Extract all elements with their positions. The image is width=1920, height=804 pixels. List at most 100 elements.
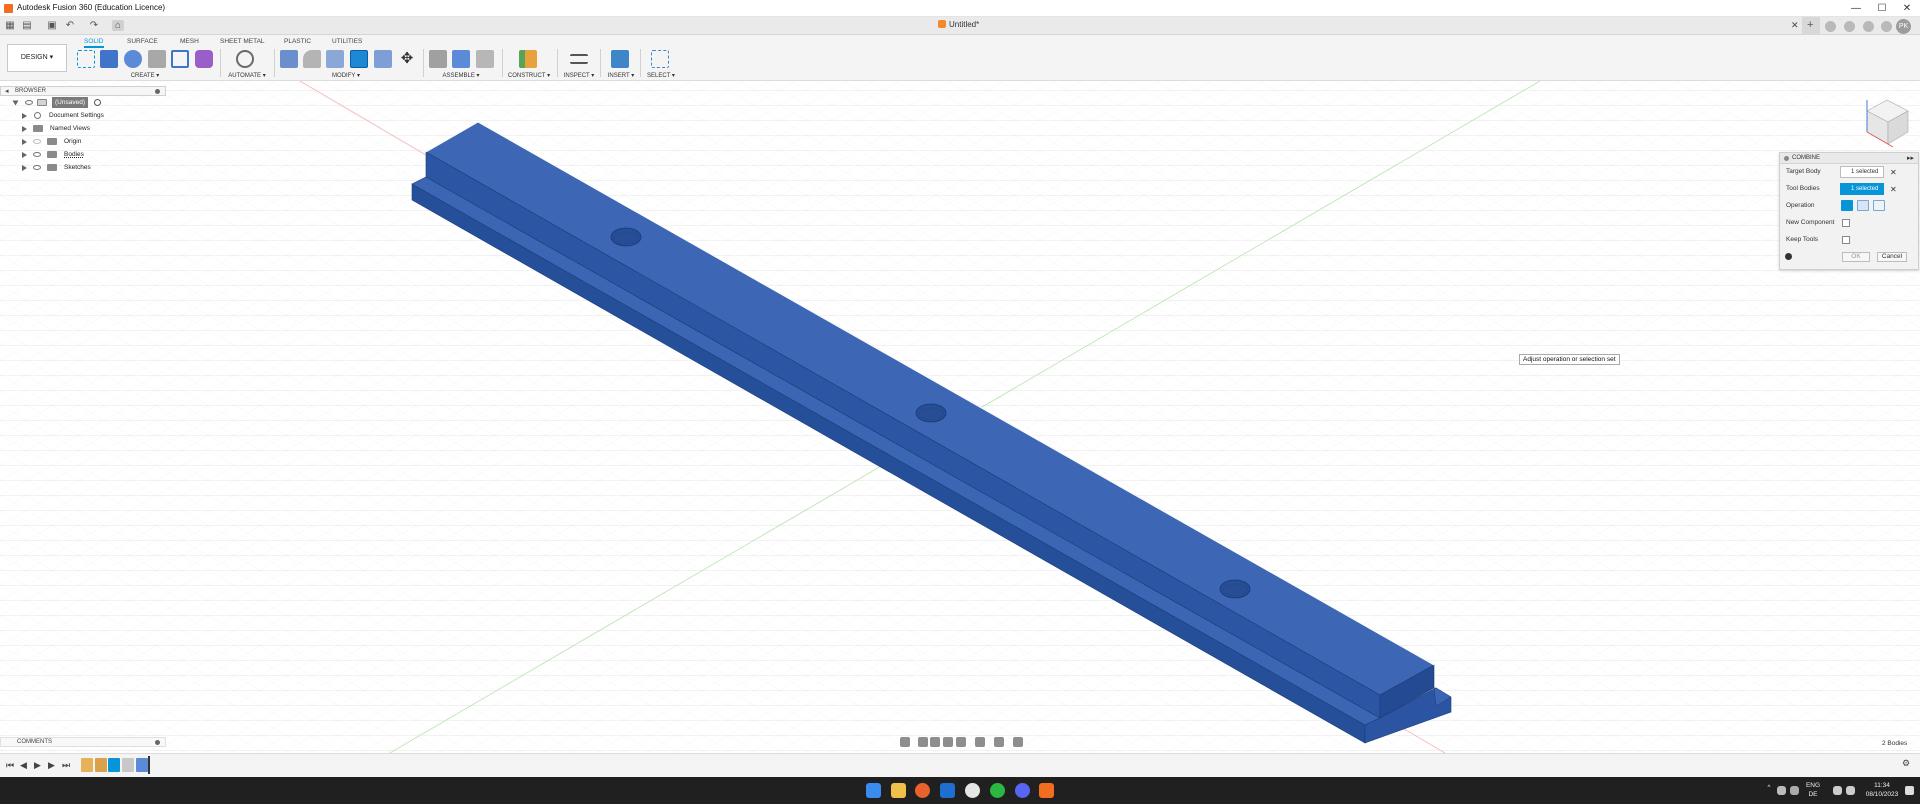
tab-mesh[interactable]: MESH <box>180 38 199 45</box>
measure-icon[interactable] <box>570 54 588 64</box>
browser-root-row[interactable]: (Unsaved) <box>0 96 166 109</box>
tray-chevron-icon[interactable]: ^ <box>1764 783 1774 792</box>
visibility-eye-icon[interactable] <box>33 152 41 157</box>
next-step-icon[interactable]: ▶ <box>48 760 55 771</box>
discord-icon[interactable] <box>1015 783 1030 798</box>
insert-menu[interactable]: INSERT ▾ <box>603 72 639 79</box>
workspace-switcher-button[interactable]: DESIGN ▾ <box>7 44 67 72</box>
input-language[interactable]: ENG DE <box>1803 781 1823 799</box>
clear-tools-icon[interactable]: ✕ <box>1890 185 1897 194</box>
outlook-icon[interactable] <box>940 783 955 798</box>
extrude-icon[interactable] <box>100 50 118 68</box>
move-copy-icon[interactable]: ✥ <box>398 50 416 68</box>
new-component-checkbox[interactable] <box>1842 219 1850 227</box>
create-sketch-icon[interactable] <box>77 50 95 68</box>
close-window-button[interactable]: ✕ <box>1893 2 1920 15</box>
browser-item-bodies[interactable]: Bodies <box>0 148 166 161</box>
assemble-menu[interactable]: ASSEMBLE ▾ <box>436 72 486 79</box>
timeline-sketch-feature[interactable] <box>81 758 93 772</box>
job-status-icon[interactable] <box>1844 21 1855 32</box>
tab-sheet-metal[interactable]: SHEET METAL <box>220 38 265 45</box>
offset-plane-icon[interactable] <box>519 50 537 68</box>
ok-button[interactable]: OK <box>1842 252 1870 262</box>
look-at-icon[interactable] <box>918 737 928 747</box>
construct-menu[interactable]: CONSTRUCT ▾ <box>505 72 553 79</box>
select-icon[interactable] <box>651 50 669 68</box>
minimize-button[interactable]: — <box>1842 2 1870 15</box>
document-tab[interactable]: Untitled* <box>938 20 979 29</box>
add-comment-icon[interactable] <box>155 740 160 745</box>
expand-icon[interactable] <box>22 165 27 171</box>
join-operation-icon[interactable] <box>1841 200 1853 211</box>
tab-surface[interactable]: SURFACE <box>127 38 158 45</box>
file-explorer-icon[interactable] <box>891 783 906 798</box>
visibility-eye-icon[interactable] <box>25 100 33 105</box>
last-step-icon[interactable]: ⏭ <box>62 760 70 771</box>
expand-icon[interactable] <box>12 100 19 106</box>
collapse-panel-icon[interactable]: ◂ <box>5 87 9 96</box>
help-icon[interactable] <box>1881 21 1892 32</box>
automate-menu[interactable]: AUTOMATE ▾ <box>224 72 270 79</box>
file-menu-icon[interactable]: ▤ <box>21 20 33 31</box>
tray-app-icon[interactable] <box>1777 786 1786 795</box>
pan-icon[interactable] <box>930 737 940 747</box>
split-body-icon[interactable] <box>374 50 392 68</box>
timeline-feature[interactable] <box>122 758 134 772</box>
cut-operation-icon[interactable] <box>1857 200 1869 211</box>
modify-menu[interactable]: MODIFY ▾ <box>323 72 369 79</box>
browser-item-origin[interactable]: Origin <box>0 135 166 148</box>
combine-icon[interactable] <box>350 50 368 68</box>
app-icon[interactable] <box>965 783 980 798</box>
automate-icon[interactable] <box>236 50 254 68</box>
display-settings-icon[interactable] <box>975 737 985 747</box>
new-component-icon[interactable] <box>429 50 447 68</box>
expand-dialog-icon[interactable]: ▸▸ <box>1907 153 1914 164</box>
intersect-operation-icon[interactable] <box>1873 200 1885 211</box>
play-icon[interactable]: ▶ <box>34 760 41 771</box>
zoom-icon[interactable] <box>943 737 953 747</box>
cancel-button[interactable]: Cancel <box>1877 252 1907 262</box>
expand-icon[interactable] <box>22 152 27 158</box>
save-icon[interactable]: ▣ <box>46 20 58 31</box>
wifi-icon[interactable] <box>1833 786 1842 795</box>
keep-tools-checkbox[interactable] <box>1842 236 1850 244</box>
start-icon[interactable] <box>866 783 881 798</box>
insert-image-icon[interactable] <box>611 50 629 68</box>
visibility-eye-icon[interactable] <box>33 139 41 144</box>
tray-network-icon[interactable] <box>1790 786 1799 795</box>
combine-dialog-header[interactable]: COMBINE ▸▸ <box>1780 153 1918 164</box>
maximize-button[interactable]: ☐ <box>1868 2 1896 15</box>
undo-icon[interactable]: ↶ <box>64 20 76 31</box>
browser-item-sketches[interactable]: Sketches <box>0 161 166 174</box>
notifications-icon[interactable] <box>1863 21 1874 32</box>
shell-icon[interactable] <box>326 50 344 68</box>
browser-header[interactable]: ◂ BROWSER <box>0 86 166 96</box>
whatsapp-icon[interactable] <box>990 783 1005 798</box>
tab-plastic[interactable]: PLASTIC <box>284 38 311 45</box>
new-tab-button[interactable]: + <box>1802 17 1820 35</box>
pattern-icon[interactable] <box>171 50 189 68</box>
fillet-icon[interactable] <box>303 50 321 68</box>
timeline-extrude-feature[interactable] <box>108 758 120 772</box>
notification-center-icon[interactable] <box>1905 786 1914 795</box>
volume-icon[interactable] <box>1846 786 1855 795</box>
previous-step-icon[interactable]: ◀ <box>20 760 27 771</box>
first-step-icon[interactable]: ⏮ <box>6 760 14 771</box>
create-form-icon[interactable] <box>195 50 213 68</box>
timeline-marker[interactable] <box>148 756 150 774</box>
tab-utilities[interactable]: UTILITIES <box>332 38 362 45</box>
comments-panel[interactable]: COMMENTS <box>0 737 166 747</box>
tab-solid[interactable]: SOLID <box>84 38 104 48</box>
visibility-eye-icon[interactable] <box>33 165 41 170</box>
clock[interactable]: 11:34 08/10/2023 <box>1862 781 1902 799</box>
firefox-icon[interactable] <box>915 783 930 798</box>
close-tab-icon[interactable]: ✕ <box>1791 20 1799 31</box>
data-panel-grid-icon[interactable]: ▦ <box>4 20 16 31</box>
3d-viewport[interactable] <box>0 81 1920 753</box>
expand-icon[interactable] <box>22 113 27 119</box>
panel-pin-icon[interactable] <box>155 89 160 94</box>
create-menu[interactable]: CREATE ▾ <box>125 72 165 79</box>
home-icon[interactable]: ⌂ <box>112 20 124 31</box>
browser-item-named-views[interactable]: Named Views <box>0 122 166 135</box>
browser-item-document-settings[interactable]: Document Settings <box>0 109 166 122</box>
